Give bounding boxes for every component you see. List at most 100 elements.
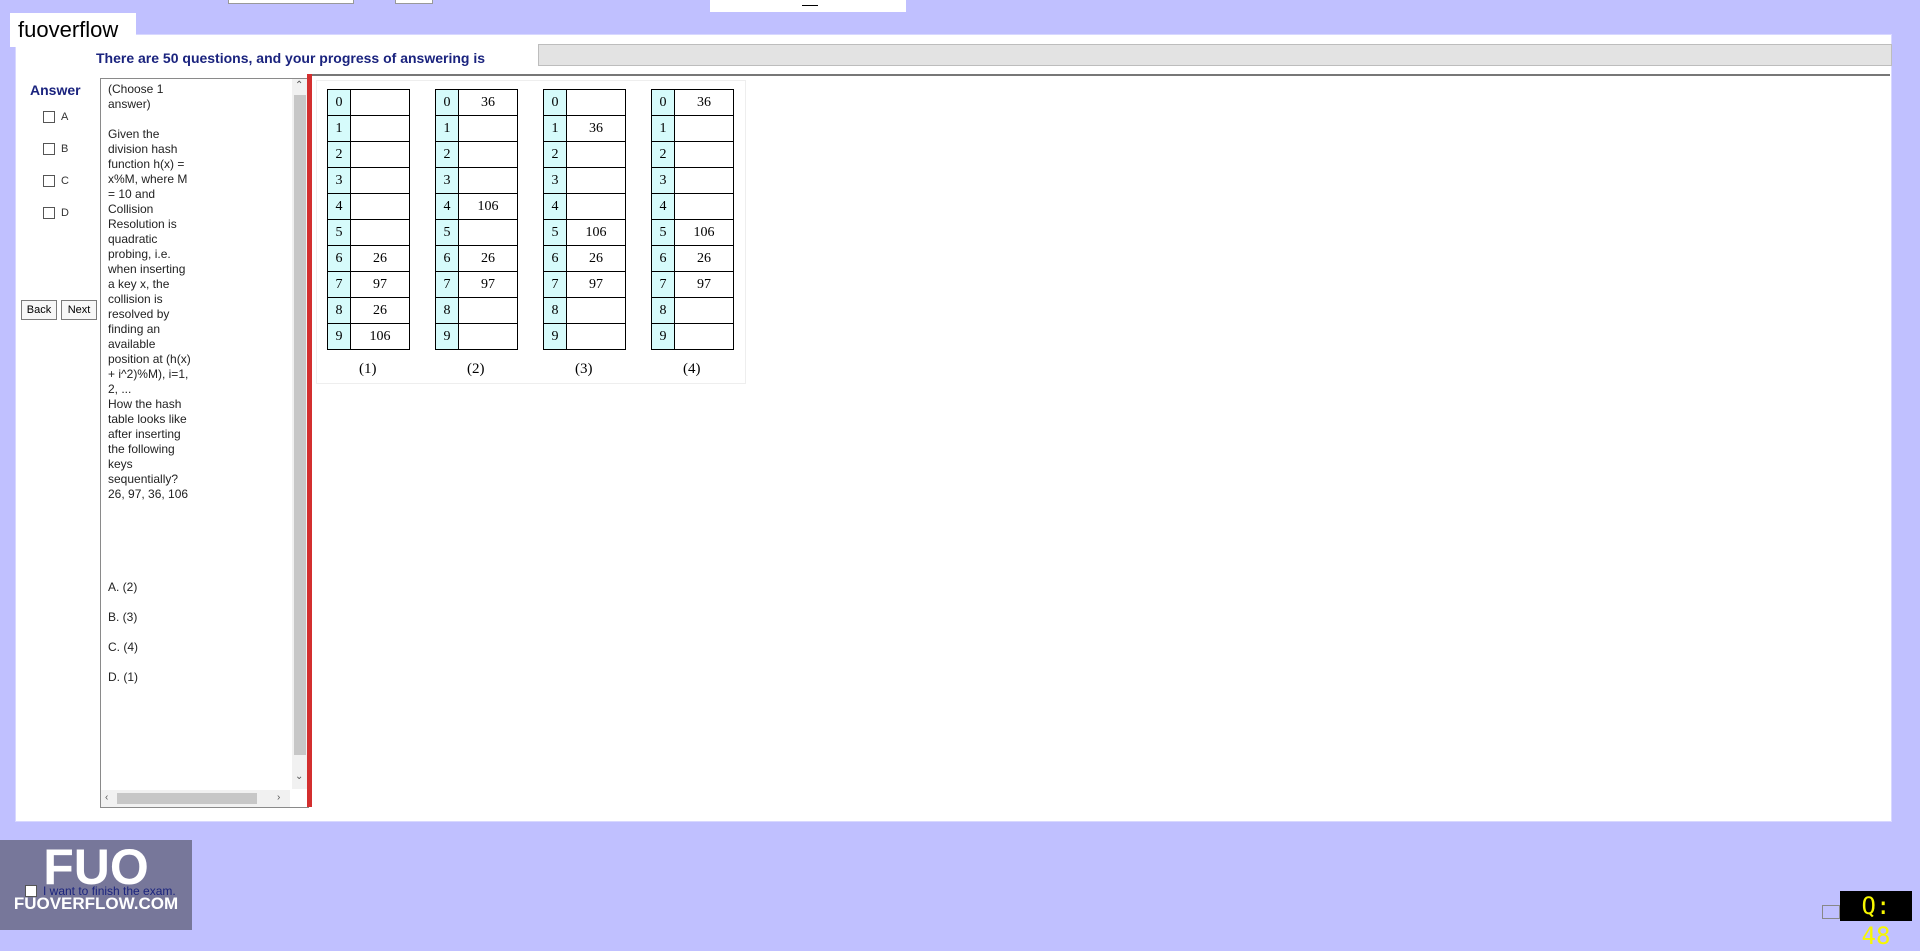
hash-row: 4 (651, 193, 734, 220)
slot-value (566, 323, 626, 350)
counter-box (1822, 905, 1840, 919)
hash-row: 8 (651, 297, 734, 324)
hash-row: 0 (543, 89, 626, 116)
hash-row: 1 (435, 115, 518, 142)
slot-index: 9 (543, 323, 567, 350)
slot-value (566, 297, 626, 324)
slot-index: 5 (651, 219, 675, 246)
slot-value: 36 (566, 115, 626, 142)
hash-row: 8 (435, 297, 518, 324)
slot-value (674, 167, 734, 194)
finish-exam-row[interactable]: I want to finish the exam. (25, 884, 176, 898)
question-panel[interactable]: (Choose 1 answer) Given the division has… (100, 78, 309, 808)
hash-row: 2 (435, 141, 518, 168)
slot-value (566, 141, 626, 168)
next-button[interactable]: Next (61, 300, 97, 320)
slot-value: 106 (350, 323, 410, 350)
slot-value: 97 (350, 271, 410, 298)
slot-value (350, 193, 410, 220)
checkbox-d[interactable] (43, 207, 55, 219)
answer-option-a[interactable]: A (43, 111, 68, 123)
scroll-up-icon[interactable]: ⌃ (295, 80, 303, 91)
slot-value: 97 (566, 271, 626, 298)
hash-row: 8 (543, 297, 626, 324)
slot-index: 1 (435, 115, 459, 142)
answer-option-b[interactable]: B (43, 143, 68, 155)
slot-index: 1 (543, 115, 567, 142)
hash-row: 7 97 (327, 271, 410, 298)
slot-index: 5 (327, 219, 351, 246)
hash-row: 2 (651, 141, 734, 168)
slot-value: 26 (350, 297, 410, 324)
slot-value (350, 167, 410, 194)
slot-index: 0 (435, 89, 459, 116)
hash-row: 2 (327, 141, 410, 168)
slot-value (674, 193, 734, 220)
slot-index: 0 (651, 89, 675, 116)
answer-option-c[interactable]: C (43, 175, 69, 187)
slot-index: 4 (327, 193, 351, 220)
hash-row: 4 (327, 193, 410, 220)
checkbox-b[interactable] (43, 143, 55, 155)
checkbox-a[interactable] (43, 111, 55, 123)
hash-row: 1 36 (543, 115, 626, 142)
slot-value (566, 193, 626, 220)
slot-index: 0 (543, 89, 567, 116)
slot-index: 4 (435, 193, 459, 220)
slot-value (458, 297, 518, 324)
answer-title: Answer (30, 82, 81, 98)
scroll-thumb[interactable] (294, 95, 306, 755)
hash-row: 9 106 (327, 323, 410, 350)
slot-index: 7 (327, 271, 351, 298)
question-text: (Choose 1 answer) Given the division has… (108, 82, 191, 501)
slot-value (458, 219, 518, 246)
scroll-left-icon[interactable]: ‹ (105, 792, 108, 803)
option-label: D (61, 207, 69, 219)
content-top-line (312, 74, 1890, 76)
hash-row: 5 (435, 219, 518, 246)
hash-row: 0 36 (651, 89, 734, 116)
choice-b: B. (3) (108, 610, 138, 624)
hash-row: 2 (543, 141, 626, 168)
table-caption: (1) (359, 361, 377, 377)
hash-row: 6 26 (651, 245, 734, 272)
finish-checkbox[interactable] (25, 885, 37, 897)
hash-row: 7 97 (651, 271, 734, 298)
checkbox-c[interactable] (43, 175, 55, 187)
answer-option-d[interactable]: D (43, 207, 69, 219)
progress-text: There are 50 questions, and your progres… (96, 50, 485, 66)
hash-table-4: 0 36 1 2 3 4 5 106 6 26 7 97 8 9 (651, 89, 734, 350)
slot-index: 8 (435, 297, 459, 324)
slot-index: 8 (327, 297, 351, 324)
slot-value: 106 (566, 219, 626, 246)
slot-index: 1 (651, 115, 675, 142)
hash-row: 9 (651, 323, 734, 350)
slot-index: 1 (327, 115, 351, 142)
scroll-down-icon[interactable]: ⌄ (295, 771, 303, 782)
hash-row: 4 106 (435, 193, 518, 220)
table-caption: (3) (575, 361, 593, 377)
option-label: C (61, 175, 69, 187)
hash-row: 1 (327, 115, 410, 142)
top-small-box[interactable] (395, 0, 433, 4)
option-label: A (61, 111, 69, 123)
slot-index: 9 (435, 323, 459, 350)
horizontal-scrollbar[interactable]: ‹ › (101, 790, 290, 807)
hash-row: 0 (327, 89, 410, 116)
top-select[interactable] (228, 0, 354, 4)
option-label: B (61, 143, 69, 155)
scroll-right-icon[interactable]: › (277, 792, 280, 803)
slot-value (674, 323, 734, 350)
hscroll-thumb[interactable] (117, 793, 257, 804)
hash-row: 0 36 (435, 89, 518, 116)
back-button[interactable]: Back (21, 300, 57, 320)
slot-index: 3 (435, 167, 459, 194)
slot-value (458, 141, 518, 168)
slot-value (350, 219, 410, 246)
slot-value (566, 167, 626, 194)
choice-d: D. (1) (108, 670, 138, 684)
vertical-scrollbar[interactable]: ⌃ ⌄ (292, 79, 308, 789)
slot-value (674, 297, 734, 324)
panel-divider[interactable] (307, 74, 312, 807)
hash-row: 5 106 (543, 219, 626, 246)
